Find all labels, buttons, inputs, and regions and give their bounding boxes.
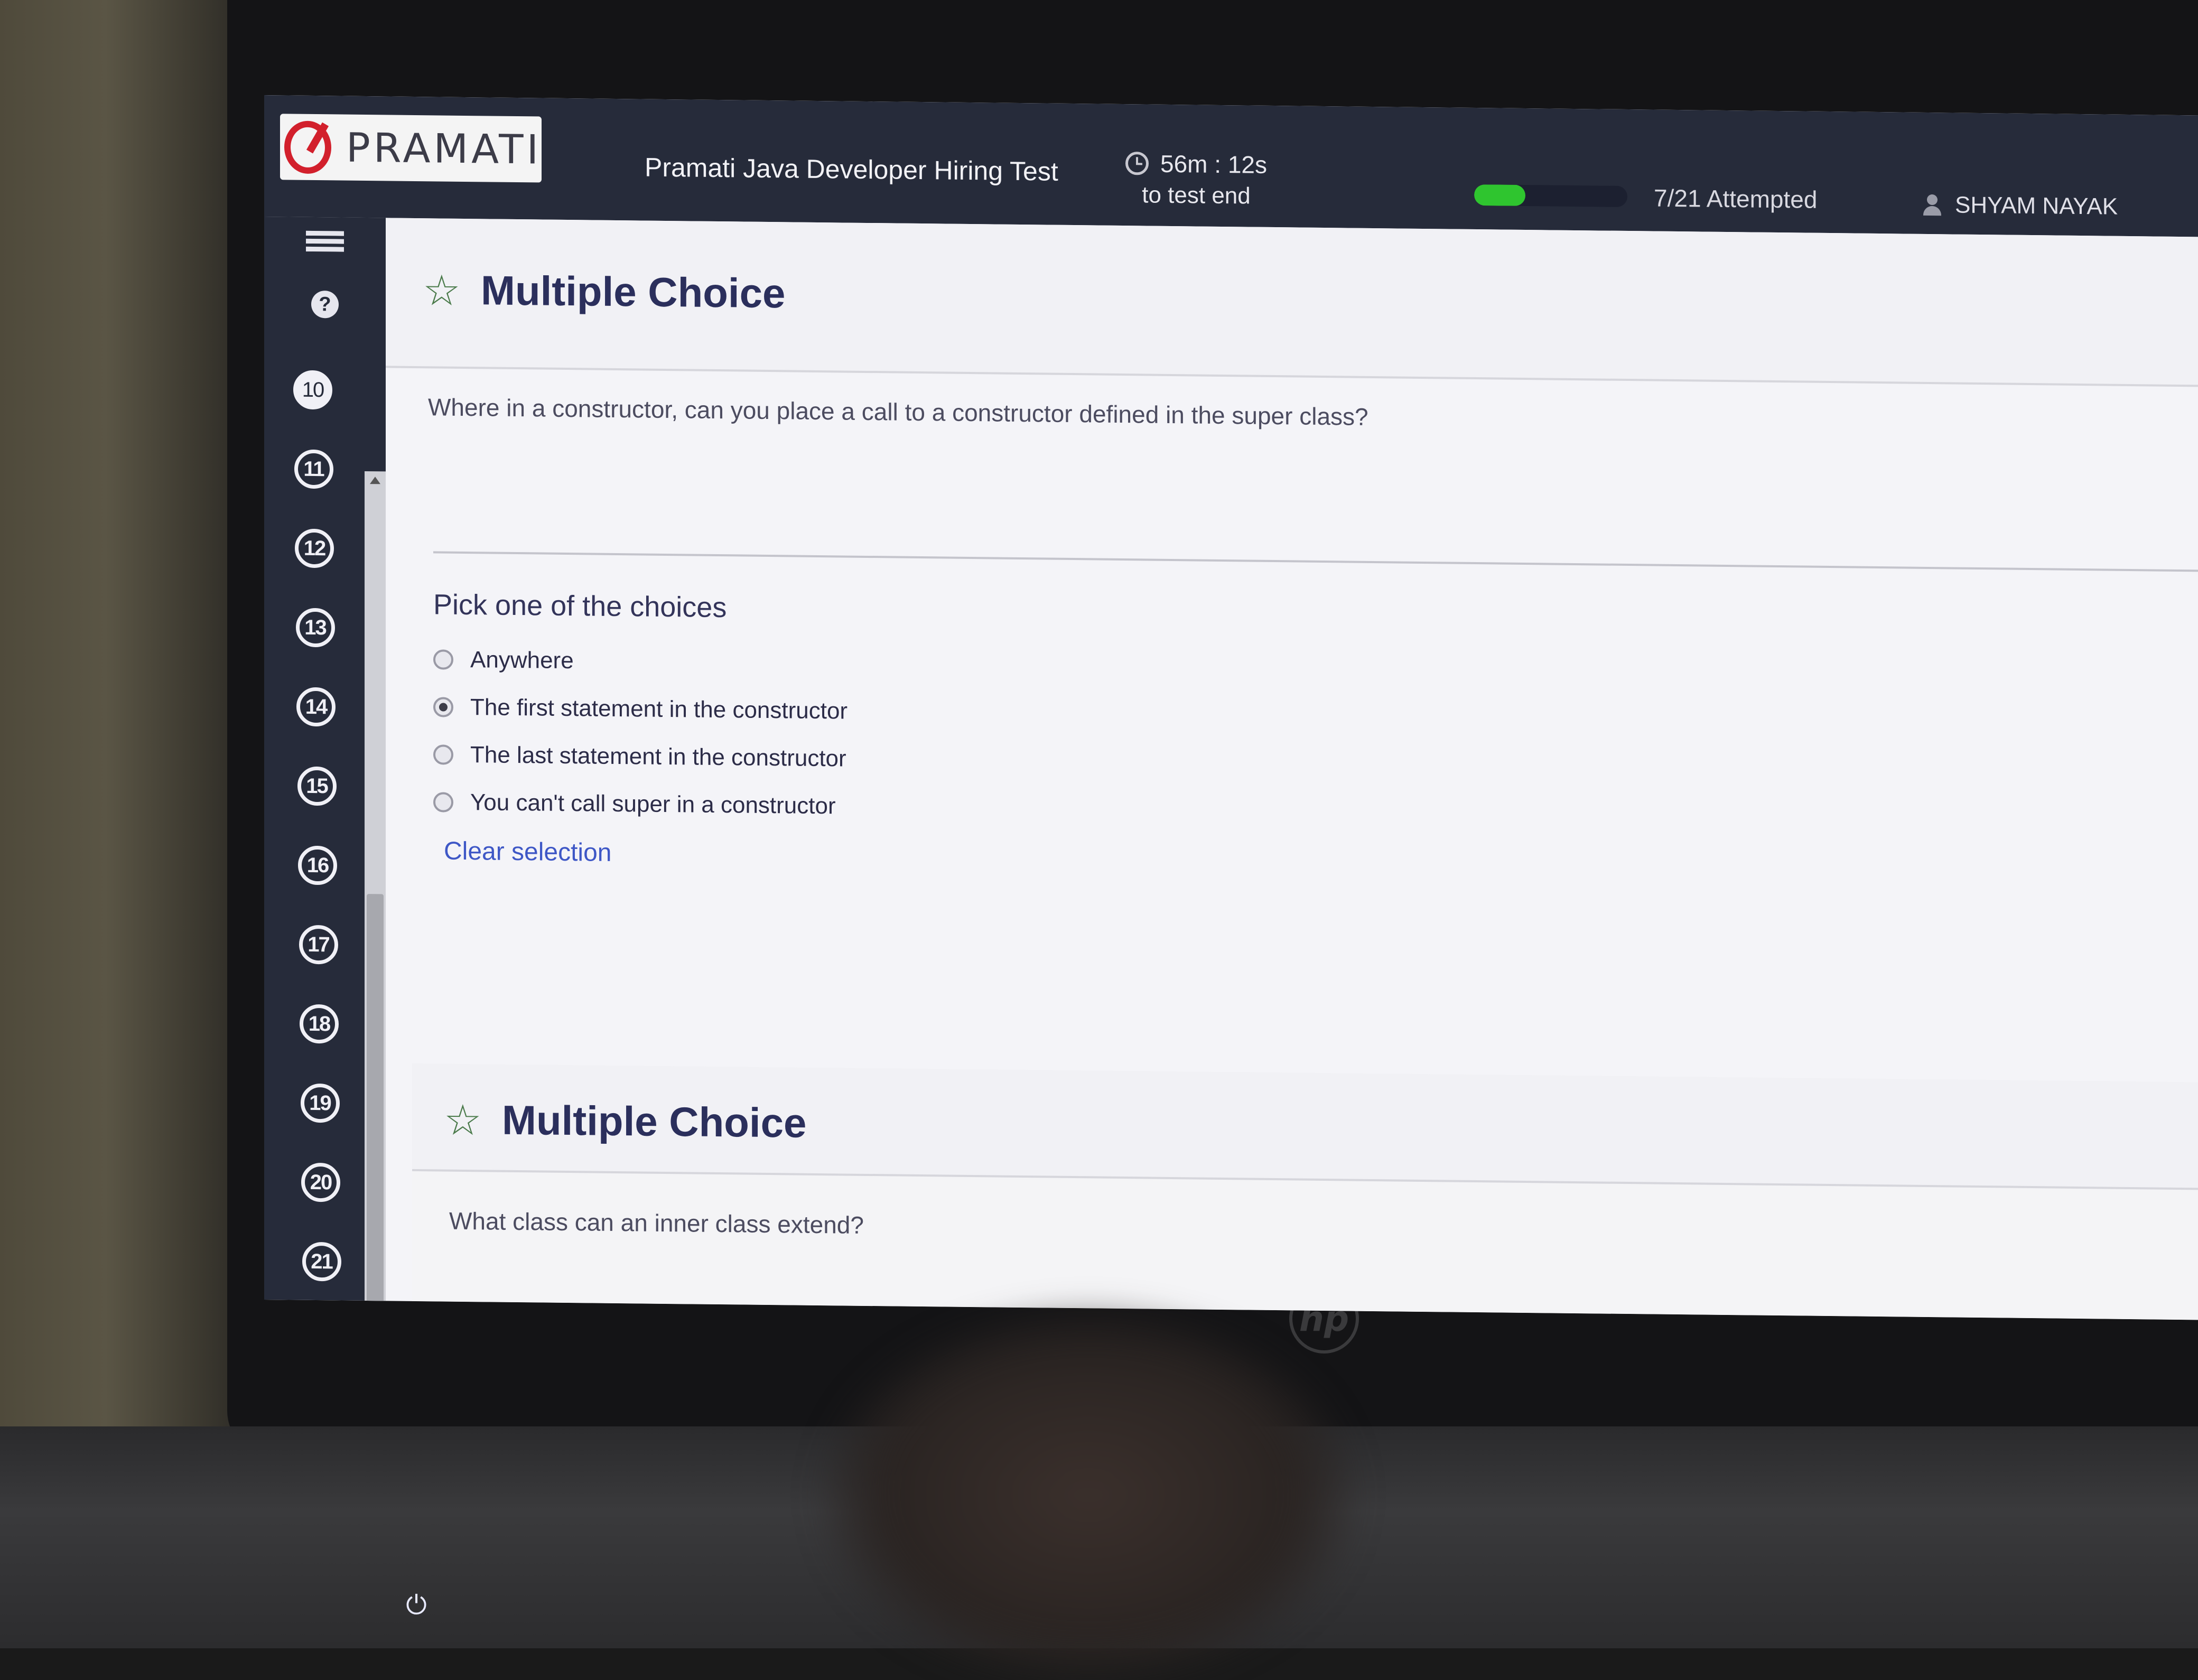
screen: PRAMATI Pramati Java Developer Hiring Te…: [264, 95, 2198, 1320]
user-menu[interactable]: SHYAM NAYAK: [1923, 192, 2118, 220]
choice-label[interactable]: Anywhere: [470, 647, 574, 674]
choice-label[interactable]: You can't call super in a constructor: [470, 789, 836, 819]
timer-value: 56m : 12s: [1160, 150, 1267, 179]
choice-label[interactable]: The last statement in the constructor: [470, 742, 846, 772]
radio-button[interactable]: [433, 744, 453, 765]
question-nav-16[interactable]: 16: [298, 845, 337, 885]
finger-blur: [824, 1310, 1353, 1680]
radio-button[interactable]: [433, 649, 453, 670]
question-nav-20[interactable]: 20: [301, 1162, 340, 1202]
question-content: ☆ Multiple Choice Where in a constructor…: [386, 218, 2198, 1320]
question-header: ☆ Multiple Choice: [386, 218, 2198, 387]
star-icon[interactable]: ☆: [423, 266, 461, 315]
pramati-logo-mark: [284, 120, 331, 174]
question-header: ☆ Multiple Choice: [412, 1063, 2198, 1190]
scrollbar-thumb[interactable]: [367, 894, 384, 1320]
help-button[interactable]: ?: [306, 286, 343, 323]
attempted-count: 7/21 Attempted: [1654, 184, 1818, 213]
question-nav-21[interactable]: 21: [302, 1242, 341, 1282]
question-type-title: Multiple Choice: [502, 1096, 807, 1146]
list-icon[interactable]: [306, 222, 344, 260]
choice-label[interactable]: The first statement in the constructor: [470, 694, 847, 724]
question-nav-14[interactable]: 14: [296, 687, 336, 727]
test-timer: 56m : 12s to test end: [1125, 149, 1267, 210]
timer-subtitle: to test end: [1142, 182, 1251, 209]
question-block: ☆ Multiple Choice What class can an inne…: [412, 1063, 2198, 1320]
question-nav-10[interactable]: 10: [293, 370, 332, 410]
top-bar: PRAMATI Pramati Java Developer Hiring Te…: [264, 95, 2198, 237]
question-nav-15[interactable]: 15: [297, 766, 337, 806]
user-icon: [1923, 194, 1941, 216]
clear-selection-link[interactable]: Clear selection: [444, 837, 611, 867]
question-nav-13[interactable]: 13: [295, 608, 335, 648]
clock-icon: [1125, 152, 1149, 175]
question-type-title: Multiple Choice: [481, 267, 786, 317]
question-nav-19[interactable]: 19: [300, 1083, 340, 1123]
scroll-up-arrow-icon[interactable]: [370, 477, 380, 484]
choice-option[interactable]: Anywhere: [433, 646, 574, 674]
test-title: Pramati Java Developer Hiring Test: [645, 152, 1058, 186]
question-nav-17[interactable]: 17: [299, 925, 338, 965]
choice-option[interactable]: The first statement in the constructor: [433, 694, 847, 724]
choice-option[interactable]: The last statement in the constructor: [433, 741, 846, 772]
attempt-progress-fill: [1474, 184, 1525, 206]
question-nav-12[interactable]: 12: [295, 528, 334, 568]
attempt-progress-bar: [1474, 184, 1627, 208]
question-text: What class can an inner class extend?: [449, 1207, 864, 1239]
power-icon: ⏻: [406, 1590, 427, 1620]
choice-option[interactable]: You can't call super in a constructor: [433, 789, 836, 819]
pick-label: Pick one of the choices: [433, 589, 727, 624]
question-nav-18[interactable]: 18: [300, 1004, 339, 1044]
logo-text: PRAMATI: [346, 124, 542, 173]
radio-button[interactable]: [433, 792, 453, 813]
question-text: Where in a constructor, can you place a …: [428, 393, 1368, 431]
question-nav-11[interactable]: 11: [294, 449, 333, 489]
help-icon: ?: [311, 290, 339, 319]
star-icon[interactable]: ☆: [444, 1096, 482, 1145]
sidebar-scrollbar[interactable]: [365, 471, 386, 1320]
question-sidebar: ? 10 11 12 13 14 15 16 17 18 19 20 21: [264, 217, 386, 1320]
question-divider: [433, 551, 2198, 572]
user-name: SHYAM NAYAK: [1955, 192, 2118, 220]
radio-button[interactable]: [433, 697, 453, 717]
pramati-logo: PRAMATI: [280, 114, 542, 183]
